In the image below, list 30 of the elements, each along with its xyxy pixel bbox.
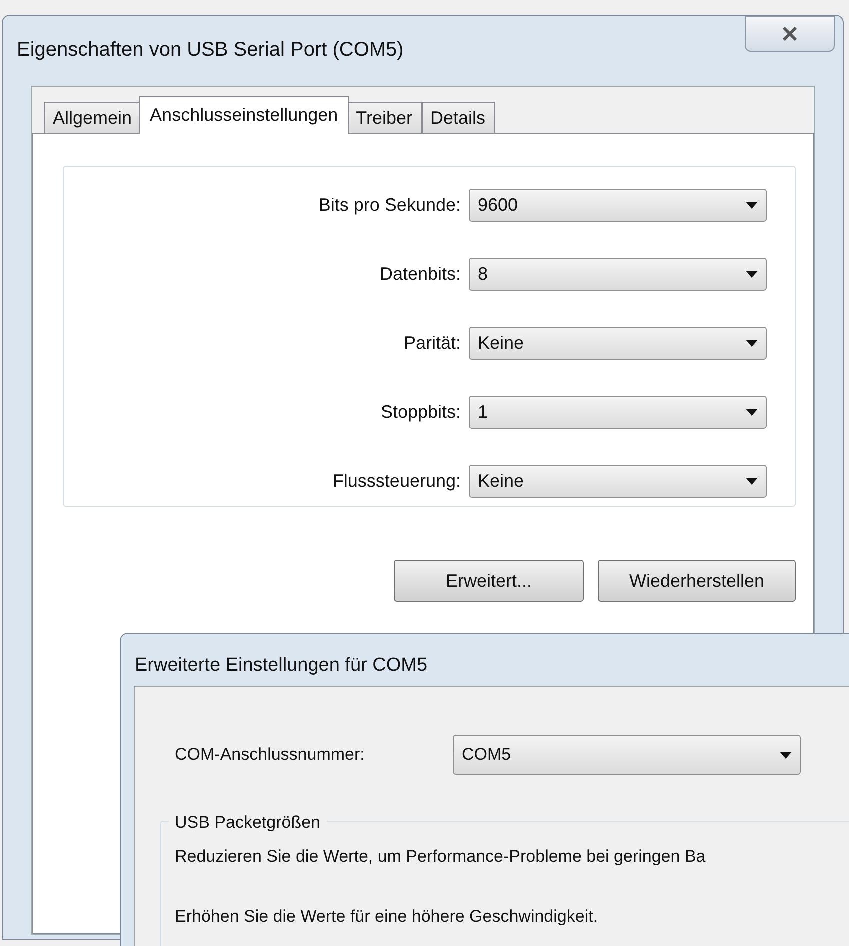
setting-label: Stoppbits: — [380, 401, 461, 424]
setting-label: Parität: — [404, 332, 461, 355]
close-icon — [782, 27, 798, 41]
dropdown[interactable]: COM5 — [453, 735, 801, 775]
tab[interactable]: Details — [422, 102, 495, 134]
dialog-title: Erweiterte Einstellungen für COM5 — [135, 654, 429, 678]
dropdown-arrow-icon — [780, 752, 792, 758]
dropdown[interactable]: 8 — [469, 258, 767, 291]
dropdown-arrow-icon — [746, 202, 758, 209]
dropdown-arrow-icon — [746, 340, 758, 347]
dropdown[interactable]: 1 — [469, 396, 767, 429]
close-button[interactable] — [745, 16, 835, 52]
window-title: Eigenschaften von USB Serial Port (COM5) — [17, 38, 404, 63]
dropdown[interactable]: Keine — [469, 327, 767, 360]
dialog-button[interactable]: Erweitert... — [394, 560, 584, 602]
setting-label: Flusssteuerung: — [332, 470, 461, 493]
dropdown[interactable]: 9600 — [469, 189, 767, 222]
info-text: Erhöhen Sie die Werte für eine höhere Geschwindigkeit. — [175, 906, 600, 928]
tab[interactable]: Allgemein — [44, 102, 142, 134]
tab[interactable]: Anschlusseinstellungen — [139, 96, 350, 134]
dialog-button[interactable]: Wiederherstellen — [598, 560, 796, 602]
info-text: Reduzieren Sie die Werte, um Performance-Probleme bei geringen Ba — [175, 846, 707, 868]
setting-label: Bits pro Sekunde: — [318, 194, 461, 217]
dropdown[interactable]: Keine — [469, 465, 767, 498]
dropdown-arrow-icon — [746, 271, 758, 278]
tab[interactable]: Treiber — [347, 102, 422, 134]
port-label: COM-Anschlussnummer: — [175, 744, 366, 766]
dropdown-arrow-icon — [746, 409, 758, 416]
setting-label: Datenbits: — [380, 263, 461, 286]
dropdown-arrow-icon — [746, 478, 758, 485]
